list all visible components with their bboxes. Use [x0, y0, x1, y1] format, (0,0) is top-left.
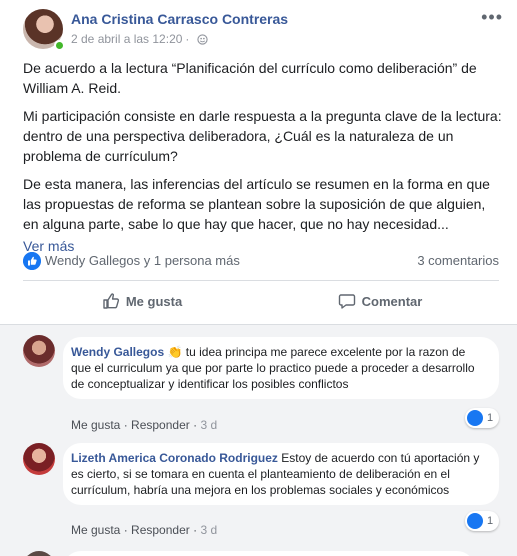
online-status-dot [54, 40, 65, 51]
post-body: De acuerdo a la lectura “Planificación d… [23, 58, 503, 256]
comment-actions: Me gusta · Responder · 3 d [71, 418, 217, 432]
post-paragraph: De acuerdo a la lectura “Planificación d… [23, 60, 477, 96]
link-separator: · [123, 418, 128, 432]
comment-age[interactable]: 3 d [200, 418, 217, 432]
post-paragraph: Mi participación consiste en darle respu… [23, 108, 502, 164]
commenter-name[interactable]: Lizeth America Coronado Rodriguez [71, 451, 278, 465]
clapping-emoji-icon: 👏 [167, 345, 183, 359]
link-separator: · [193, 523, 198, 537]
commenter-avatar[interactable] [23, 335, 55, 367]
action-bar: Me gusta Comentar [23, 284, 499, 318]
comment-like-link[interactable]: Me gusta [71, 523, 120, 537]
comment-bubble [63, 551, 475, 556]
comment-like-link[interactable]: Me gusta [71, 418, 120, 432]
comment-like-number: 1 [487, 515, 494, 527]
comment-like-count[interactable]: 1 [465, 511, 499, 531]
post-date[interactable]: 2 de abril a las 12:20 [71, 32, 182, 46]
comment-count[interactable]: 3 comentarios [417, 253, 499, 268]
comment-bubble-icon [338, 294, 355, 309]
commenter-avatar[interactable] [23, 551, 55, 556]
post-options-icon[interactable]: ••• [481, 8, 503, 26]
reactions-summary: Wendy Gallegos y 1 persona más 3 comenta… [23, 251, 499, 271]
comment-item: Wendy Gallegos 👏 tu idea principa me par… [23, 329, 503, 437]
comments-section: Wendy Gallegos 👏 tu idea principa me par… [0, 324, 517, 556]
comment-button-label: Comentar [361, 293, 423, 309]
audience-globe-icon[interactable] [197, 33, 209, 45]
like-button-label: Me gusta [125, 293, 183, 309]
comment-item: Lizeth America Coronado Rodriguez Estoy … [23, 437, 503, 545]
comment-bubble: Lizeth America Coronado Rodriguez Estoy … [63, 443, 499, 505]
author-name[interactable]: Ana Cristina Carrasco Contreras [71, 11, 288, 27]
post-meta: 2 de abril a las 12:20 · [71, 32, 209, 46]
comment-actions: Me gusta · Responder · 3 d [71, 523, 217, 537]
like-reaction-icon[interactable] [23, 252, 41, 270]
link-separator: · [193, 418, 198, 432]
like-button[interactable]: Me gusta [23, 284, 261, 318]
commenter-name[interactable]: Wendy Gallegos [71, 345, 164, 359]
comment-like-number: 1 [487, 412, 494, 424]
like-reaction-icon [467, 513, 483, 529]
divider [23, 280, 499, 281]
comment-reply-link[interactable]: Responder [131, 418, 190, 432]
comment-button[interactable]: Comentar [261, 284, 499, 318]
commenter-avatar[interactable] [23, 443, 55, 475]
link-separator: · [123, 523, 128, 537]
comment-reply-link[interactable]: Responder [131, 523, 190, 537]
thumbs-up-icon [103, 293, 119, 309]
meta-separator: · [185, 32, 190, 46]
comment-age[interactable]: 3 d [200, 523, 217, 537]
comment-bubble: Wendy Gallegos 👏 tu idea principa me par… [63, 337, 499, 399]
like-reaction-icon [467, 410, 483, 426]
comment-like-count[interactable]: 1 [465, 408, 499, 428]
reaction-names[interactable]: Wendy Gallegos y 1 persona más [45, 253, 240, 268]
post-paragraph: De esta manera, las inferencias del artí… [23, 176, 490, 232]
post-header: Ana Cristina Carrasco Contreras 2 de abr… [23, 8, 503, 51]
